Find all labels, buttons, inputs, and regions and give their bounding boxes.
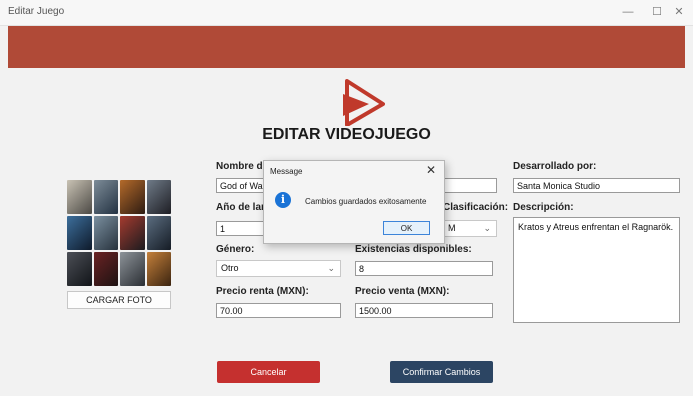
existencias-field[interactable]: 8 bbox=[355, 261, 493, 276]
window-title: Editar Juego bbox=[8, 6, 65, 17]
info-icon: i bbox=[275, 192, 291, 208]
dialog-message: Cambios guardados exitosamente bbox=[305, 197, 427, 206]
desarrollado-field[interactable]: Santa Monica Studio bbox=[513, 178, 680, 193]
game-cover-image bbox=[67, 180, 171, 286]
play-logo-icon bbox=[343, 79, 385, 126]
maximize-icon[interactable]: ☐ bbox=[645, 4, 669, 20]
nombre-field-continued[interactable] bbox=[443, 178, 497, 193]
descripcion-label: Descripción: bbox=[513, 202, 574, 213]
chevron-down-icon: ⌄ bbox=[483, 223, 491, 233]
header-banner bbox=[8, 26, 685, 68]
venta-label: Precio venta (MXN): bbox=[355, 286, 450, 297]
existencias-label: Existencias disponibles: bbox=[355, 244, 472, 255]
close-icon[interactable]: ✕ bbox=[426, 163, 436, 177]
minimize-icon[interactable]: — bbox=[616, 4, 640, 20]
genero-label: Género: bbox=[216, 244, 255, 255]
desarrollado-label: Desarrollado por: bbox=[513, 161, 597, 172]
clasificacion-select[interactable]: M ⌄ bbox=[443, 220, 497, 237]
upload-photo-button[interactable]: CARGAR FOTO bbox=[67, 291, 171, 309]
cancel-button[interactable]: Cancelar bbox=[217, 361, 320, 383]
dialog-title: Message bbox=[270, 167, 303, 176]
message-dialog: Message ✕ i Cambios guardados exitosamen… bbox=[263, 160, 445, 244]
genero-value: Otro bbox=[221, 263, 239, 273]
close-icon[interactable]: ✕ bbox=[667, 4, 691, 20]
chevron-down-icon: ⌄ bbox=[327, 263, 335, 273]
venta-field[interactable]: 1500.00 bbox=[355, 303, 493, 318]
clasificacion-label: Clasificación: bbox=[443, 202, 509, 213]
app-window: Editar Juego — ☐ ✕ EDITAR VIDEOJUEGO CAR… bbox=[0, 0, 693, 396]
renta-label: Precio renta (MXN): bbox=[216, 286, 309, 297]
page-title: EDITAR VIDEOJUEGO bbox=[262, 126, 431, 143]
title-bar: Editar Juego — ☐ ✕ bbox=[0, 0, 693, 26]
ok-button[interactable]: OK bbox=[383, 221, 430, 235]
confirm-changes-button[interactable]: Confirmar Cambios bbox=[390, 361, 493, 383]
descripcion-textarea[interactable]: Kratos y Atreus enfrentan el Ragnarök. bbox=[513, 217, 680, 323]
renta-field[interactable]: 70.00 bbox=[216, 303, 341, 318]
clasificacion-value: M bbox=[448, 223, 456, 233]
genero-select[interactable]: Otro ⌄ bbox=[216, 260, 341, 277]
